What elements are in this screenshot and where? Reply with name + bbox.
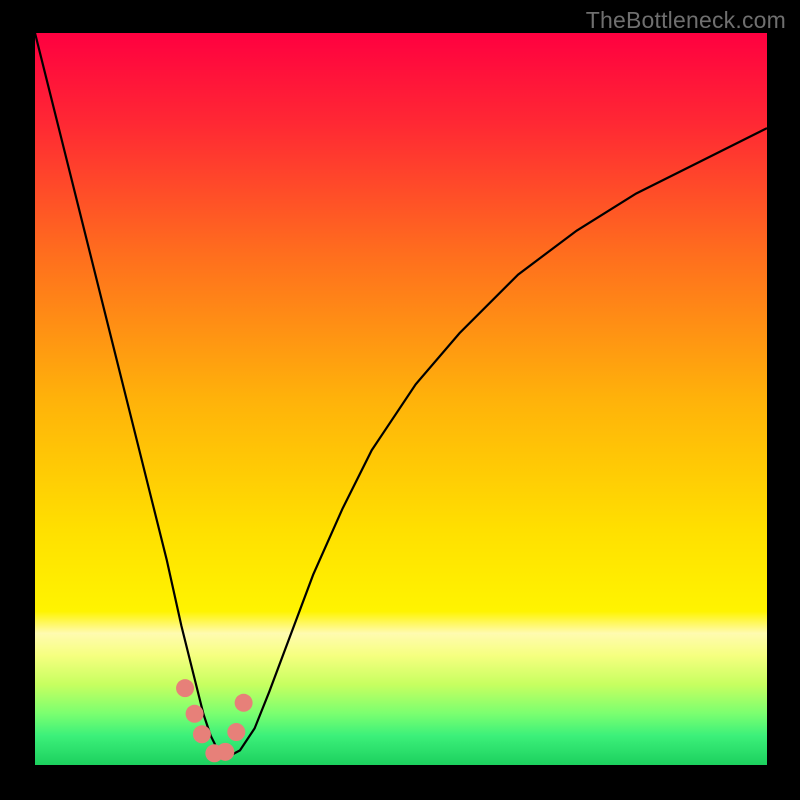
bottleneck-curve: [35, 33, 767, 756]
plot-area: [35, 33, 767, 765]
highlight-dot: [216, 743, 234, 761]
highlight-dot: [186, 705, 204, 723]
highlight-dot: [176, 679, 194, 697]
highlight-dot: [193, 725, 211, 743]
highlight-dot: [235, 694, 253, 712]
highlight-dot: [227, 723, 245, 741]
curve-svg: [35, 33, 767, 765]
chart-frame: TheBottleneck.com: [0, 0, 800, 800]
watermark-text: TheBottleneck.com: [586, 7, 786, 34]
